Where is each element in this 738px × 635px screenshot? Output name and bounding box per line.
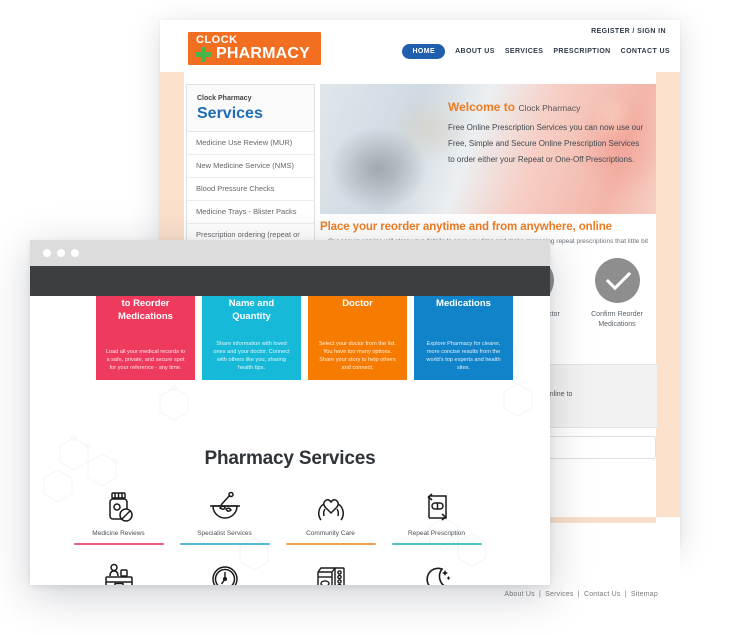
step-card-body: Share information with loved ones and yo… [213,341,290,371]
service-saving-your-time[interactable]: Saving Your Time [172,560,277,585]
services-sidebar-header: Clock Pharmacy Services [187,85,314,132]
screenshot-stage: CLOCK PHARMACY REGISTER / SIGN IN HOME A… [0,0,738,635]
step-card-title: Fill Medication Name and Quantity [228,298,275,322]
reorder-headline: Place your reorder anytime and from anyw… [320,221,612,233]
hero-text-block: Welcome to Clock Pharmacy Free Online Pr… [448,100,648,168]
moon-stars-icon [384,560,489,585]
service-label: Community Care [306,530,355,537]
hands-heart-icon [278,488,383,526]
sidebar-item-mur[interactable]: Medicine Use Review (MUR) [187,132,314,155]
foreground-browser-window: Signin or register to Reorder Medication… [30,240,550,585]
hero-welcome-line: Welcome to Clock Pharmacy [448,100,648,115]
check-circle-icon [594,258,640,303]
step-card-signin[interactable]: Signin or register to Reorder Medication… [96,296,195,380]
logo-pharmacy-text: PHARMACY [216,45,311,62]
service-community-care[interactable]: Community Care [278,488,383,545]
pill-bottle-icon [66,488,171,526]
sidebar-item-nms[interactable]: New Medicine Service (NMS) [187,155,314,178]
step-confirm-reorder: Confirm Reorder Medications [578,258,656,329]
service-underline [179,543,270,545]
window-dot-close-icon[interactable] [43,249,51,257]
step-card-body: Explore Pharmacy for clearer, more conci… [426,341,501,371]
service-nhs-health-check[interactable]: NHS Health Check [66,560,171,585]
main-navigation: HOME ABOUT US SERVICES PRESCRIPTION CONT… [402,44,670,59]
dark-nav-band [30,266,550,296]
nav-item-about-us[interactable]: ABOUT US [455,48,495,55]
step-card-confirm-reorder[interactable]: Confirm Reorder Medications Explore Phar… [414,296,513,380]
window-controls [43,249,79,257]
nav-item-prescription[interactable]: PRESCRIPTION [553,48,610,55]
clock-icon [172,560,277,585]
step-card-select-doctor[interactable]: Select your Doctor Select your doctor fr… [308,296,407,380]
step-card-title: Confirm Reorder Medications [436,298,491,309]
register-sign-in-link[interactable]: REGISTER / SIGN IN [591,28,666,35]
service-repeat-prescription[interactable]: Repeat Prescription [384,488,489,545]
window-dot-maximize-icon[interactable] [71,249,79,257]
step-label-confirm-reorder: Confirm Reorder Medications [591,311,643,328]
footer-link-services[interactable]: Services [545,591,573,598]
sidebar-item-blood-pressure[interactable]: Blood Pressure Checks [187,178,314,201]
nav-item-services[interactable]: SERVICES [505,48,543,55]
hero-paragraph: Free Online Prescription Services you ca… [448,123,644,164]
service-underline [73,543,164,545]
site-logo[interactable]: CLOCK PHARMACY [188,32,321,65]
hero-banner-image: Welcome to Clock Pharmacy Free Online Pr… [320,84,656,214]
pharmacy-services-heading: Pharmacy Services [204,448,376,469]
window-dot-minimize-icon[interactable] [57,249,65,257]
site-header: CLOCK PHARMACY REGISTER / SIGN IN HOME A… [160,20,680,73]
mortar-pestle-icon [172,488,277,526]
footer-link-contact-us[interactable]: Contact Us [584,591,621,598]
hero-welcome-brand: Clock Pharmacy [518,103,581,113]
step-card-body: Select your doctor from the list. You ha… [318,341,397,371]
browser-chrome-bar [30,240,550,266]
service-label: Repeat Prescription [407,530,466,537]
footer-separator: | [577,591,580,598]
footer-separator: | [538,591,541,598]
sidebar-item-medicine-trays[interactable]: Medicine Trays - Blister Packs [187,201,314,224]
service-underline [391,543,482,545]
service-late-night-pharmacies[interactable]: Late Night Pharmacies [384,560,489,585]
repeat-pill-icon [384,488,489,526]
front-window-content: Signin or register to Reorder Medication… [30,296,550,585]
footer-link-about-us[interactable]: About Us [504,591,534,598]
services-eyebrow: Clock Pharmacy [197,95,252,102]
step-card-body: Load all your medical records to a safe,… [105,349,186,371]
services-title: Services [197,105,263,122]
step-card-title: Select your Doctor [342,298,373,309]
service-additional-services[interactable]: Additional Services [278,560,383,585]
service-medicine-reviews[interactable]: Medicine Reviews [66,488,171,545]
right-peach-band [656,72,680,517]
nav-item-contact-us[interactable]: CONTACT US [621,48,670,55]
service-label: Specialist Services [197,530,252,537]
step-card-title: Signin or register to Reorder Medication… [118,298,173,322]
hero-welcome-prefix: Welcome to [448,100,516,114]
services-sidebar: Clock Pharmacy Services Medicine Use Rev… [186,84,315,256]
medicine-pack-icon [278,560,383,585]
step-card-fill-medication[interactable]: Fill Medication Name and Quantity Share … [202,296,301,380]
footer-links: About Us | Services | Contact Us | Sitem… [504,591,658,598]
nav-item-home[interactable]: HOME [402,44,446,59]
service-underline [285,543,376,545]
footer-link-sitemap[interactable]: Sitemap [631,591,658,598]
green-cross-icon [196,47,211,62]
service-specialist-services[interactable]: Specialist Services [172,488,277,545]
footer-separator: | [624,591,627,598]
service-label: Medicine Reviews [92,530,145,537]
health-desk-icon [66,560,171,585]
